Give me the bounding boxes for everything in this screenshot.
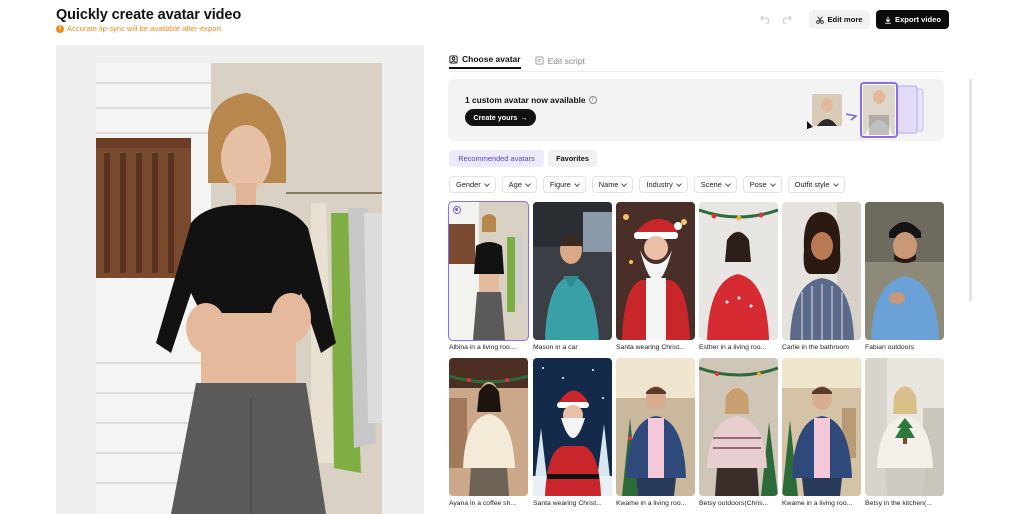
chevron-down-icon (724, 180, 731, 187)
tab-choose-avatar[interactable]: Choose avatar (449, 52, 521, 69)
redo-icon[interactable] (781, 14, 793, 26)
avatar-caption: Betsy in the kitchen(... (865, 500, 932, 507)
tab-edit-script[interactable]: Edit script (535, 52, 585, 69)
avatar-thumbnail[interactable] (865, 358, 944, 496)
filter-gender-label: Gender (456, 180, 481, 189)
avatar-thumbnail[interactable] (865, 202, 944, 340)
chevron-down-icon (832, 180, 839, 187)
filter-industry-label: Industry (646, 180, 673, 189)
custom-avatar-banner: 1 custom avatar now available i Create y… (448, 79, 944, 141)
filter-figure[interactable]: Figure (542, 176, 586, 193)
tab-choose-avatar-label: Choose avatar (462, 54, 521, 64)
avatar-caption: Esther in a living roo... (699, 344, 767, 351)
filter-scene-label: Scene (700, 180, 722, 189)
chevron-down-icon (524, 180, 531, 187)
avatar-thumbnail[interactable] (533, 202, 612, 340)
avatar-caption: Mason in a car (533, 344, 578, 351)
avatar-card[interactable]: Santa wearing Christ... (533, 358, 612, 507)
arrow-right-icon: → (520, 113, 528, 122)
avatar-card[interactable]: Betsy outdoors(Chris... (699, 358, 778, 507)
recommended-avatars-tab[interactable]: Recommended avatars (449, 150, 544, 167)
filter-industry[interactable]: Industry (639, 176, 688, 193)
scissors-icon (816, 16, 825, 24)
filter-name[interactable]: Name (591, 176, 634, 193)
avatar-icon (449, 54, 458, 64)
favorites-tab[interactable]: Favorites (548, 150, 597, 167)
avatar-caption: Santa wearing Christ... (616, 344, 685, 351)
banner-text: 1 custom avatar now available i (465, 95, 597, 105)
avatar-card[interactable]: Carlie in the bathroom (782, 202, 861, 351)
avatar-card[interactable]: Mason in a car (533, 202, 612, 351)
avatar-card[interactable]: Betsy in the kitchen(... (865, 358, 944, 507)
export-video-label: Export video (895, 15, 941, 24)
scrollbar[interactable] (969, 79, 972, 301)
tab-edit-script-label: Edit script (547, 55, 585, 66)
avatar-thumbnail[interactable] (616, 358, 695, 496)
filter-age-label: Age (508, 180, 522, 189)
avatar-card[interactable]: Ayana in a coffee sh... (449, 358, 528, 507)
video-preview-panel (56, 45, 424, 514)
script-icon (535, 56, 544, 65)
avatar-caption: Fabian outdoors (865, 344, 915, 351)
export-video-button[interactable]: Export video (876, 10, 949, 29)
filter-gender[interactable]: Gender (449, 176, 496, 193)
warning-text: Accurate lip-sync will be available afte… (67, 24, 224, 33)
avatar-thumbnail[interactable] (616, 202, 695, 340)
avatar-caption: Kwame in a living roo... (616, 500, 687, 507)
filter-age[interactable]: Age (501, 176, 537, 193)
chevron-down-icon (573, 180, 580, 187)
avatar-video-preview[interactable] (96, 63, 382, 514)
panel-tabs: Choose avatar Edit script (449, 52, 585, 72)
avatar-card[interactable]: Esther in a living roo... (699, 202, 778, 351)
avatar-card[interactable]: Kwame in a living roo... (616, 358, 695, 507)
filter-scene[interactable]: Scene (693, 176, 737, 193)
avatar-thumbnail[interactable] (782, 202, 861, 340)
chevron-down-icon (483, 180, 490, 187)
avatar-caption: Albina in a living roo... (449, 344, 516, 351)
avatar-caption: Ayana in a coffee sh... (449, 500, 517, 507)
banner-illustration (807, 82, 924, 138)
avatar-card[interactable]: Fabian outdoors (865, 202, 944, 351)
avatar-thumbnail[interactable] (699, 358, 778, 496)
banner-label: 1 custom avatar now available (465, 95, 586, 105)
avatar-thumbnail[interactable] (699, 202, 778, 340)
filter-pose[interactable]: Pose (742, 176, 782, 193)
avatar-card[interactable]: Kwame in a living roo... (782, 358, 861, 507)
undo-icon[interactable] (759, 14, 771, 26)
avatar-card[interactable]: Albina in a living roo... (448, 201, 529, 351)
avatar-caption: Carlie in the bathroom (782, 344, 849, 351)
download-icon (885, 16, 891, 24)
top-bar: Quickly create avatar video ! Accurate l… (0, 0, 1024, 44)
page-title: Quickly create avatar video (56, 7, 242, 23)
warning-icon: ! (56, 24, 64, 33)
selected-indicator (453, 206, 461, 214)
avatar-caption: Betsy outdoors(Chris... (699, 500, 769, 507)
filter-outfit-style-label: Outfit style (794, 180, 830, 189)
tab-divider (449, 71, 944, 72)
filter-outfit-style[interactable]: Outfit style (787, 176, 845, 193)
avatar-caption: Santa wearing Christ... (533, 500, 602, 507)
filter-name-label: Name (598, 180, 619, 189)
avatar-caption: Kwame in a living roo... (782, 500, 853, 507)
filter-pose-label: Pose (749, 180, 767, 189)
avatar-thumbnail[interactable] (449, 358, 528, 496)
filter-bar: Gender Age Figure Name Industry Scene Po… (449, 176, 845, 193)
lip-sync-warning: ! Accurate lip-sync will be available af… (56, 24, 223, 33)
avatar-card[interactable]: Santa wearing Christ... (616, 202, 695, 351)
avatar-thumbnail[interactable] (533, 358, 612, 496)
edit-more-button[interactable]: Edit more (809, 10, 870, 29)
chevron-down-icon (621, 180, 628, 187)
create-yours-label: Create yours (473, 113, 518, 122)
create-yours-button[interactable]: Create yours → (465, 109, 536, 126)
chevron-down-icon (769, 180, 776, 187)
edit-more-label: Edit more (827, 15, 863, 24)
filter-figure-label: Figure (549, 180, 571, 189)
avatar-thumbnail[interactable] (782, 358, 861, 496)
chevron-down-icon (675, 180, 682, 187)
avatar-thumbnail[interactable] (448, 201, 529, 341)
info-icon[interactable]: i (588, 96, 597, 104)
